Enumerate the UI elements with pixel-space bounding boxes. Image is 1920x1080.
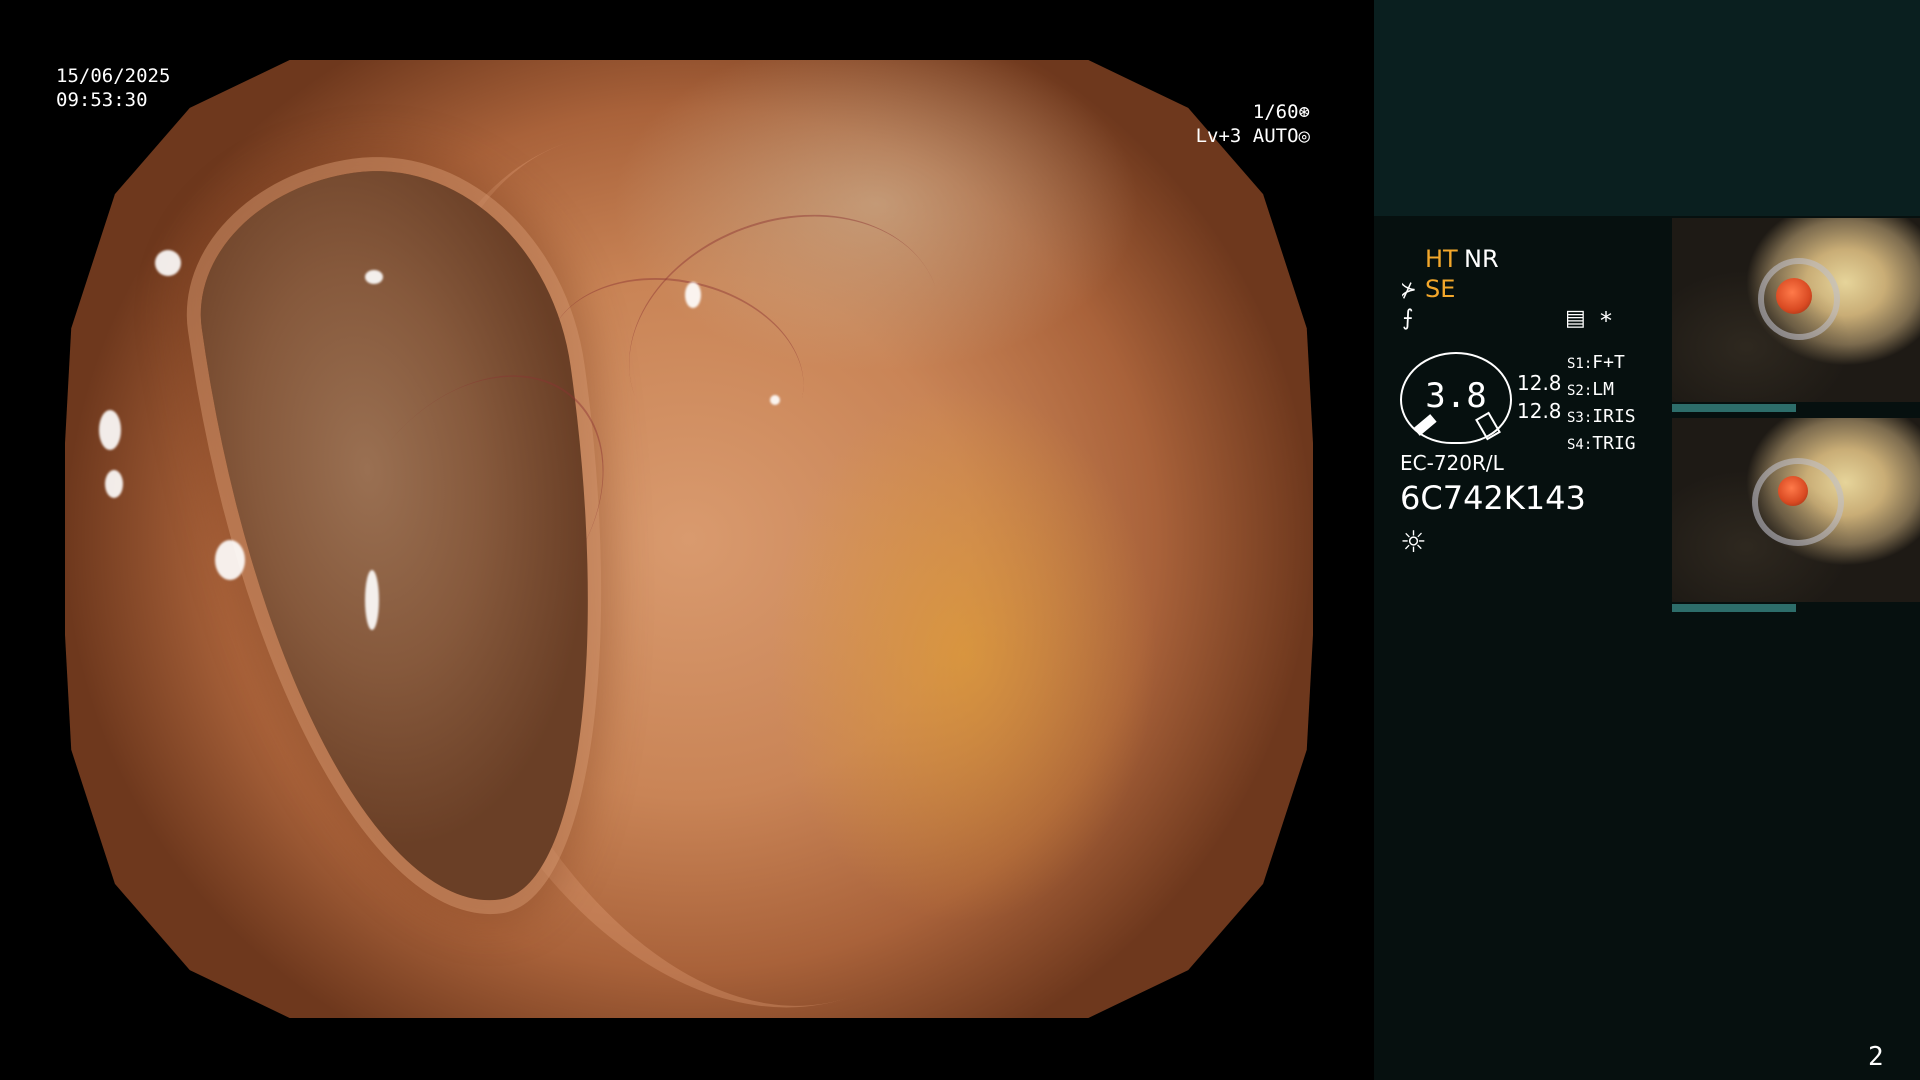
scope-serial: 6C742K143 (1400, 479, 1586, 517)
glare (99, 410, 121, 450)
glare (365, 270, 383, 284)
glare (105, 470, 123, 498)
capture-thumbnail[interactable] (1672, 218, 1920, 402)
switch-item: S4:TRIG (1567, 433, 1636, 454)
time-text: 09:53:30 (56, 89, 148, 111)
thumbnail-indicator (1672, 604, 1796, 612)
scope-model: EC-720R/L (1400, 451, 1504, 475)
endoscope-view[interactable] (65, 60, 1313, 1018)
document-icon: ▤ (1565, 306, 1586, 331)
capture-thumbnail[interactable] (1672, 418, 1920, 602)
date-text: 15/06/2025 (56, 65, 171, 87)
glare (155, 250, 181, 276)
ht-indicator: HT (1425, 245, 1458, 273)
gauge-value: 3.8 (1425, 376, 1487, 416)
thumbnail-indicator (1672, 404, 1796, 412)
glare (685, 282, 701, 308)
polyp (1778, 476, 1808, 506)
f-icon: ⨍ (1402, 306, 1414, 331)
glare (215, 540, 245, 580)
glare (365, 570, 379, 630)
switch-item: S1:F+T (1567, 352, 1625, 373)
glare (770, 395, 780, 405)
nr-indicator: NR (1464, 245, 1499, 273)
exposure-text: Lv+3 AUTO◎ (1195, 125, 1310, 147)
readout-2: 12.8 (1517, 399, 1562, 423)
page-number: 2 (1868, 1042, 1884, 1072)
datetime-overlay: 15/06/2025 09:53:30 (56, 64, 170, 112)
sun-icon: ☼ (1400, 525, 1427, 560)
switch-item: S2:LM (1567, 379, 1614, 400)
polyp (1776, 278, 1812, 314)
exposure-overlay: 1/60⊛ Lv+3 AUTO◎ (1196, 100, 1310, 148)
gauge-needle-left (1413, 414, 1437, 436)
panel-header-area (1374, 0, 1920, 216)
structure-enhance-icon: ⊁ (1400, 277, 1417, 301)
switch-item: S3:IRIS (1567, 406, 1636, 427)
shutter-text: 1/60⊛ (1252, 101, 1310, 123)
asterisk-icon: * (1600, 307, 1612, 335)
switch-list: S1:F+T S2:LM S3:IRIS S4:TRIG (1567, 350, 1636, 458)
readout-1: 12.8 (1517, 371, 1562, 395)
se-indicator: SE (1425, 275, 1456, 303)
brightness-gauge: 3.8 (1400, 352, 1512, 444)
